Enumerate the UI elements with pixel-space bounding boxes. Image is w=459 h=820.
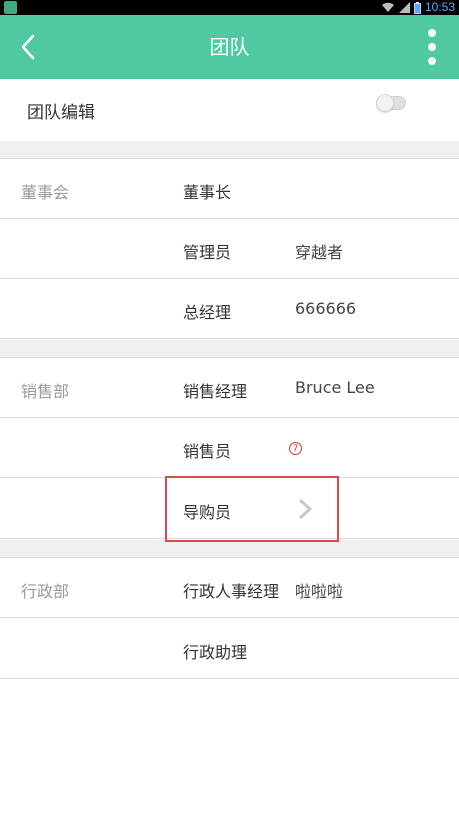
app-notification-icon xyxy=(4,1,17,14)
section-divider xyxy=(0,141,459,159)
role-label: 管理员 xyxy=(183,243,232,262)
team-row[interactable]: 销售员 7 xyxy=(0,418,459,478)
app-bar: 团队 xyxy=(0,15,459,79)
more-dot-icon xyxy=(428,43,436,51)
team-edit-toggle[interactable] xyxy=(376,94,406,112)
status-indicators: 10:53 xyxy=(381,0,455,15)
team-row[interactable]: 总经理 666666 xyxy=(0,279,459,339)
team-row[interactable]: 行政部 行政人事经理 啦啦啦 xyxy=(0,558,459,618)
back-button[interactable] xyxy=(8,27,48,67)
count-badge: 7 xyxy=(289,442,302,455)
toggle-knob xyxy=(376,94,394,112)
status-bar: 10:53 xyxy=(0,0,459,15)
clock: 10:53 xyxy=(424,0,455,14)
role-label: 总经理 xyxy=(183,303,232,322)
wifi-icon xyxy=(381,2,394,12)
team-row[interactable]: 销售部 销售经理 Bruce Lee xyxy=(0,358,459,418)
team-row[interactable]: 导购员 xyxy=(0,479,459,539)
more-options-button[interactable] xyxy=(419,27,445,67)
more-dot-icon xyxy=(428,29,436,37)
role-label: 董事长 xyxy=(183,183,232,202)
member-name: Bruce Lee xyxy=(295,378,375,397)
section-divider xyxy=(0,540,459,558)
department-label: 行政部 xyxy=(21,582,70,601)
team-row[interactable]: 管理员 穿越者 xyxy=(0,219,459,279)
member-name: 穿越者 xyxy=(295,243,344,262)
signal-icon xyxy=(398,2,410,13)
section-divider xyxy=(0,340,459,358)
role-label: 销售员 xyxy=(183,442,232,461)
back-arrow-icon xyxy=(21,34,35,60)
role-label: 行政人事经理 xyxy=(183,582,280,601)
chevron-right-icon[interactable] xyxy=(295,497,315,521)
team-edit-label: 团队编辑 xyxy=(27,103,95,123)
team-row[interactable]: 行政助理 xyxy=(0,619,459,679)
team-row[interactable]: 董事会 董事长 xyxy=(0,159,459,219)
battery-icon xyxy=(414,1,421,14)
role-label: 导购员 xyxy=(183,503,232,522)
member-name: 啦啦啦 xyxy=(295,582,344,601)
member-name: 666666 xyxy=(295,299,357,318)
page-title: 团队 xyxy=(209,35,250,59)
more-dot-icon xyxy=(428,57,436,65)
role-label: 行政助理 xyxy=(183,643,248,662)
department-label: 销售部 xyxy=(21,382,70,401)
department-label: 董事会 xyxy=(21,183,70,202)
role-label: 销售经理 xyxy=(183,382,248,401)
